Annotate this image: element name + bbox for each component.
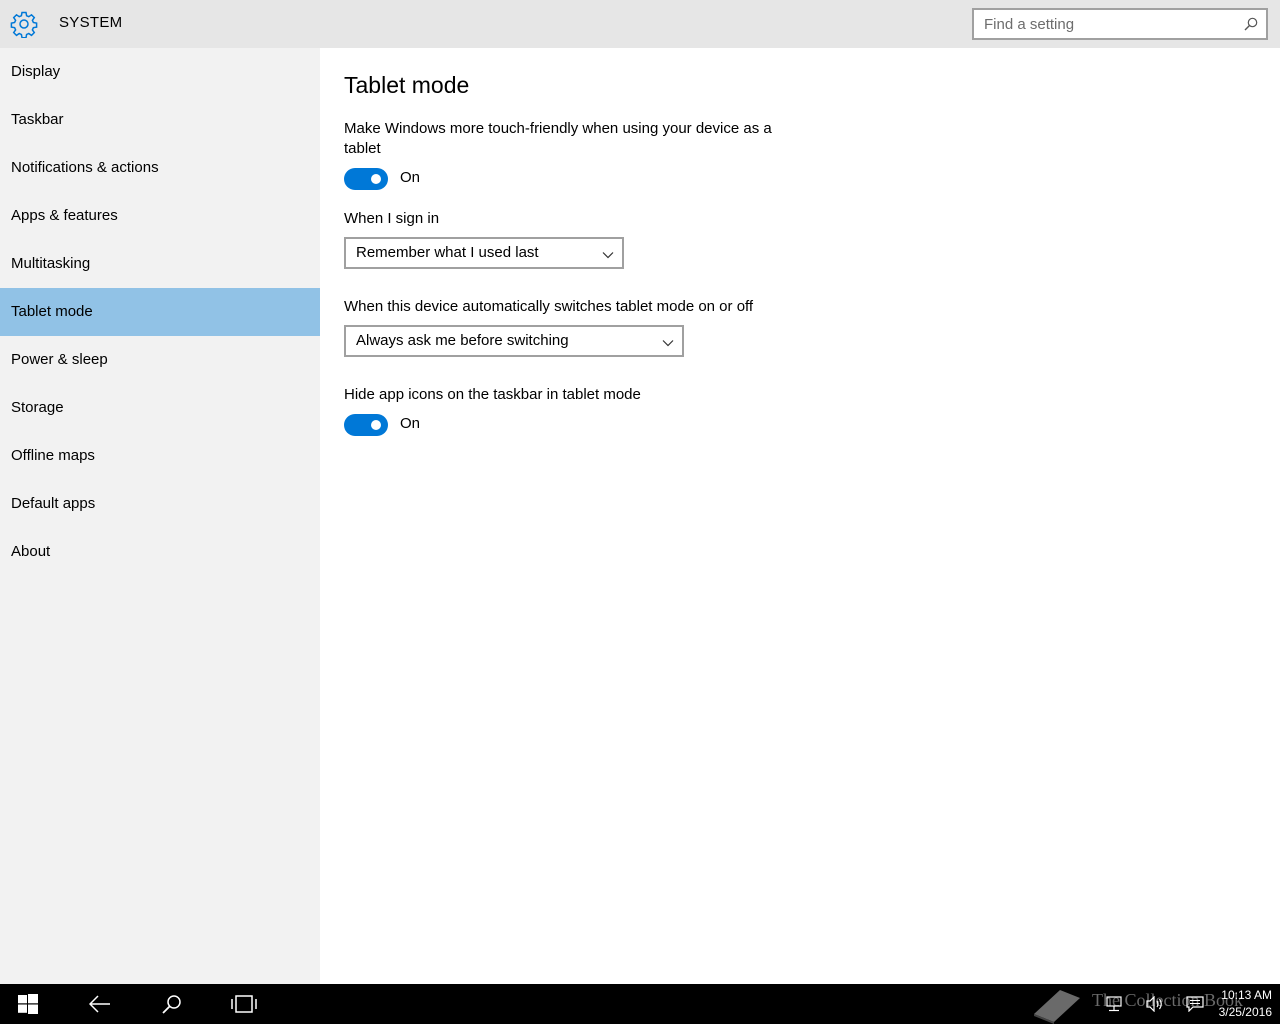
sidebar-item-apps-features[interactable]: Apps & features [0,192,320,240]
sidebar: Display Taskbar Notifications & actions … [0,48,320,984]
taskbar: The Collection Book 10:13 AM 3/25/2016 [0,984,1280,1024]
search-button[interactable] [148,984,196,1024]
app-title: SYSTEM [59,14,123,31]
sign-in-value: Remember what I used last [356,244,539,261]
sidebar-item-power-sleep[interactable]: Power & sleep [0,336,320,384]
sidebar-item-offline-maps[interactable]: Offline maps [0,432,320,480]
touch-friendly-label: Make Windows more touch-friendly when us… [344,120,772,157]
sidebar-item-default-apps[interactable]: Default apps [0,480,320,528]
start-button[interactable] [4,984,52,1024]
touch-friendly-toggle[interactable] [344,168,388,190]
clock-time: 10:13 AM [1221,988,1272,1002]
network-icon[interactable] [1106,996,1124,1012]
hide-icons-toggle-row: On [344,414,464,436]
action-center-icon[interactable] [1186,996,1204,1013]
search-icon[interactable] [1244,17,1258,31]
auto-switch-value: Always ask me before switching [356,332,569,349]
search-icon [162,995,181,1014]
back-button[interactable] [76,984,124,1024]
search-box[interactable] [972,8,1268,40]
touch-friendly-toggle-row: On [344,168,464,190]
sidebar-item-display[interactable]: Display [0,48,320,96]
hide-icons-state: On [400,415,421,432]
volume-icon[interactable] [1146,995,1164,1013]
sidebar-item-multitasking[interactable]: Multitasking [0,240,320,288]
windows-logo-icon [18,994,38,1014]
task-view-button[interactable] [220,984,268,1024]
hide-icons-label: Hide app icons on the taskbar in tablet … [344,386,641,403]
back-arrow-icon [89,995,110,1013]
hide-icons-toggle[interactable] [344,414,388,436]
auto-switch-label: When this device automatically switches … [344,298,754,315]
task-view-icon [231,995,257,1013]
gear-icon [10,10,38,39]
touch-friendly-state: On [400,169,421,186]
sidebar-item-about[interactable]: About [0,528,320,576]
search-input[interactable] [974,10,1234,38]
chevron-down-icon [602,248,614,260]
book-icon [1034,990,1080,1024]
sidebar-item-storage[interactable]: Storage [0,384,320,432]
auto-switch-dropdown[interactable]: Always ask me before switching [344,325,684,357]
toggle-knob [371,174,381,184]
chevron-down-icon [662,336,674,348]
title-bar: SYSTEM [0,0,1280,48]
sidebar-item-tablet-mode[interactable]: Tablet mode [0,288,320,336]
toggle-knob [371,420,381,430]
sidebar-item-notifications[interactable]: Notifications & actions [0,144,320,192]
sign-in-label: When I sign in [344,210,440,227]
page-title: Tablet mode [344,72,470,98]
clock[interactable]: 10:13 AM 3/25/2016 [1219,987,1272,1021]
clock-date: 3/25/2016 [1218,1005,1272,1019]
sidebar-item-taskbar[interactable]: Taskbar [0,96,320,144]
sign-in-dropdown[interactable]: Remember what I used last [344,237,624,269]
